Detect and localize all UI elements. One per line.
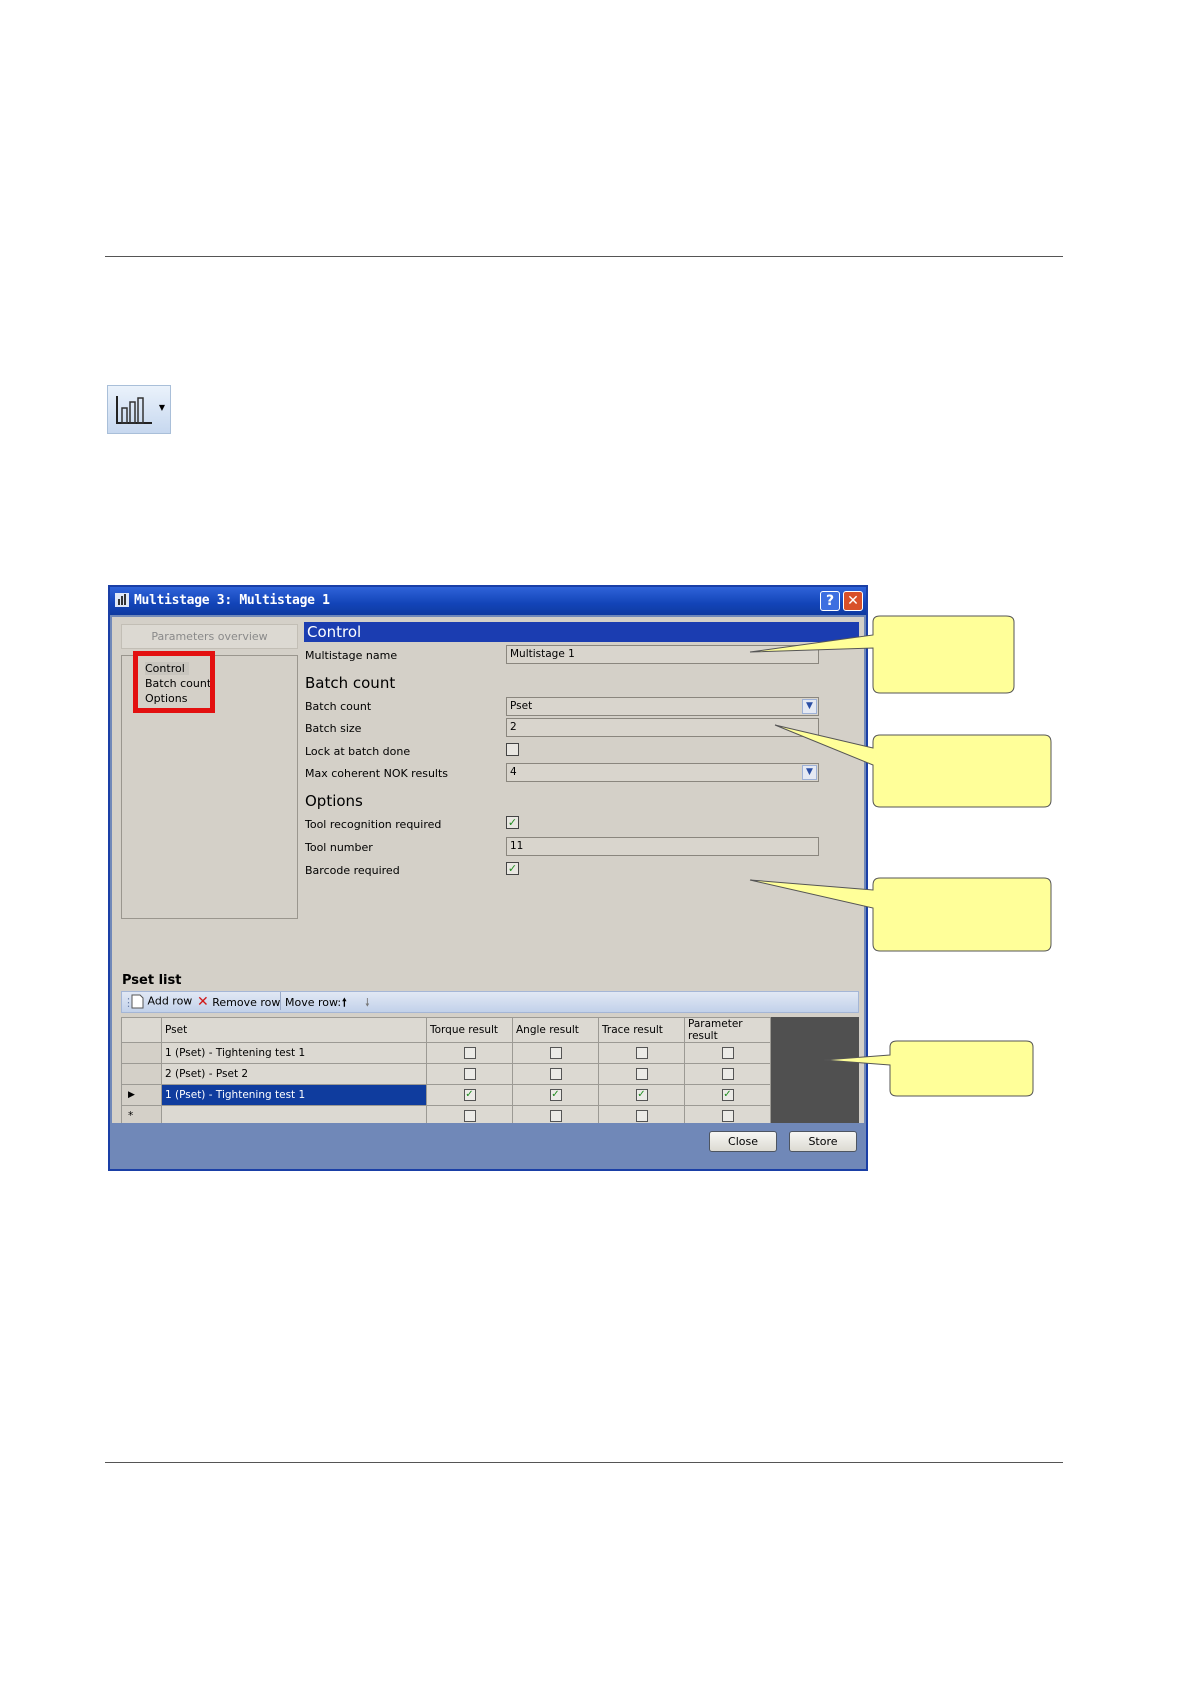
callout-options [749,877,1052,952]
callout-control [749,615,1015,694]
callout-pset-list [823,1040,1034,1097]
callouts-layer [749,615,1052,1097]
callout-batch-count [774,724,1052,808]
